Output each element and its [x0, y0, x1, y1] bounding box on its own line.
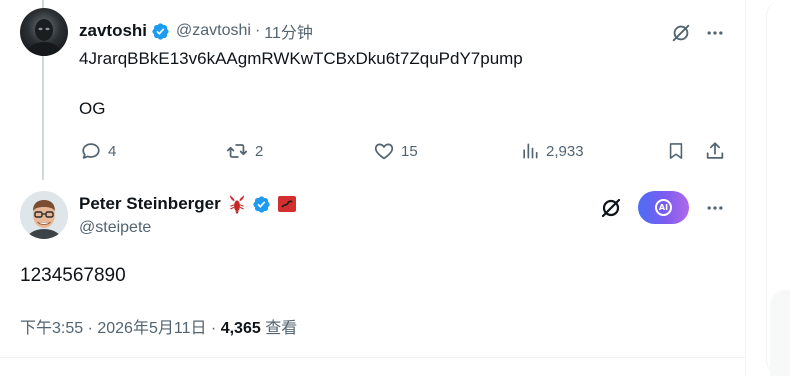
more-dots-icon — [707, 206, 723, 210]
more-options-button[interactable] — [702, 195, 728, 221]
bookmark-button[interactable] — [666, 138, 686, 164]
tweet-timestamp[interactable]: 下午3:55 · 2026年5月11日 · — [20, 320, 216, 337]
grok-slash-icon — [601, 198, 621, 218]
author-name[interactable]: zavtoshi — [79, 21, 147, 41]
more-options-button[interactable] — [702, 20, 728, 46]
like-count: 15 — [401, 142, 418, 160]
share-icon — [706, 142, 724, 159]
repost-count: 2 — [255, 142, 264, 160]
more-dots-icon — [707, 31, 723, 35]
lobster-emoji-icon — [229, 195, 244, 215]
like-button[interactable]: 15 — [373, 138, 418, 164]
divider — [0, 357, 746, 358]
author-handle[interactable]: @steipete — [79, 219, 151, 237]
verified-badge-icon — [152, 22, 169, 40]
separator-dot: · — [254, 22, 261, 39]
heart-icon — [374, 143, 394, 160]
avatar[interactable] — [20, 8, 68, 56]
tweet-text-line-1: 4JrarqBBkE13v6kAAgmRWKwTCBxDku6t7ZquPdY7… — [79, 49, 523, 68]
tweet-body: 1234567890 — [20, 265, 126, 286]
sidebar-card-edge-lower — [770, 290, 790, 376]
share-button[interactable] — [704, 138, 726, 164]
red-flag-emoji-icon — [277, 196, 296, 212]
author-name[interactable]: Peter Steinberger — [79, 194, 221, 214]
views-button[interactable]: 2,933 — [520, 138, 584, 164]
reply-button[interactable]: 4 — [80, 138, 116, 164]
avatar-face-icon — [20, 191, 68, 239]
tweet-meta: 下午3:55 · 2026年5月11日 · 4,365 查看 — [20, 314, 297, 338]
views-count: 2,933 — [546, 142, 584, 160]
ai-label: AI — [658, 203, 669, 212]
tweet-thread-page: zavtoshi @zavtoshi · 11分钟 4JrarqBBkE13v6… — [0, 0, 790, 376]
repost-button[interactable]: 2 — [225, 138, 263, 164]
timeline-column: zavtoshi @zavtoshi · 11分钟 4JrarqBBkE13v6… — [0, 0, 746, 376]
tweet-2-header: Peter Steinberger — [79, 193, 297, 215]
grok-button[interactable] — [668, 20, 694, 46]
tweet-time[interactable]: 11分钟 — [264, 19, 313, 43]
grok-slash-icon — [672, 24, 690, 42]
reply-bubble-icon — [82, 143, 100, 159]
avatar-figure-icon — [28, 19, 60, 56]
tweet-text-line-2: OG — [79, 99, 106, 118]
views-number: 4,365 — [220, 320, 261, 337]
grok-ai-button[interactable]: AI — [638, 191, 689, 224]
grok-button[interactable] — [597, 194, 625, 222]
tweet-1-header: zavtoshi @zavtoshi · 11分钟 — [79, 20, 313, 42]
ai-sparkle-icon: AI — [655, 199, 672, 216]
views-bars-icon — [523, 143, 538, 159]
author-handle[interactable]: @zavtoshi — [176, 22, 251, 40]
views-label: 查看 — [265, 320, 298, 337]
repost-arrows-icon — [226, 144, 248, 158]
verified-badge-icon — [253, 195, 270, 213]
avatar[interactable] — [20, 191, 68, 239]
bookmark-icon — [669, 143, 683, 159]
reply-count: 4 — [108, 142, 117, 160]
